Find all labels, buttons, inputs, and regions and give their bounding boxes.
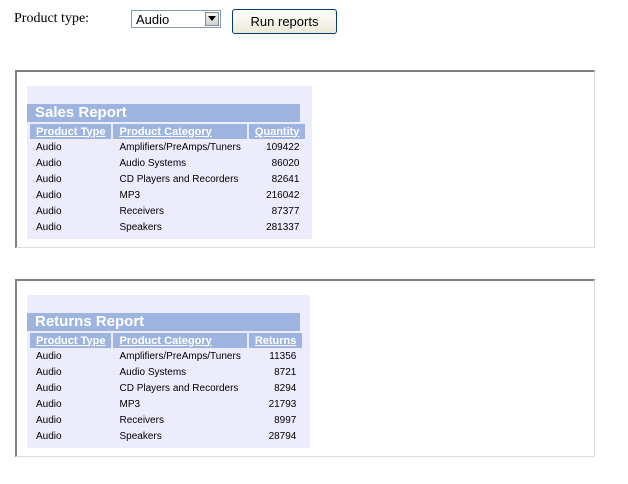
cell-product-type: Audio — [36, 366, 62, 378]
sales-report-panel: Sales Report Product Type Product Catego… — [15, 70, 595, 248]
cell-product-category: MP3 — [119, 189, 141, 201]
table-row: Audio MP3 21793 — [30, 396, 302, 412]
cell-product-type: Audio — [36, 382, 62, 394]
cell-product-type: Audio — [36, 205, 62, 217]
cell-product-category: Speakers — [119, 430, 162, 442]
sales-report-title: Sales Report — [27, 104, 300, 122]
cell-product-type: Audio — [36, 157, 62, 169]
cell-product-category: Amplifiers/PreAmps/Tuners — [119, 350, 241, 362]
chevron-down-icon — [208, 16, 216, 21]
table-row: Audio Audio Systems 8721 — [30, 364, 302, 380]
cell-returns: 8294 — [274, 382, 297, 394]
returns-report-table: Product Type Product Category Returns Au… — [28, 333, 304, 444]
run-reports-button[interactable]: Run reports — [232, 9, 337, 34]
cell-product-category: Receivers — [119, 205, 164, 217]
cell-product-category: Amplifiers/PreAmps/Tuners — [119, 141, 241, 153]
returns-report-panel: Returns Report Product Type Product Cate… — [15, 279, 595, 457]
cell-quantity: 109422 — [266, 141, 300, 153]
column-header-product-category[interactable]: Product Category — [113, 333, 247, 348]
column-header-product-type[interactable]: Product Type — [30, 333, 112, 348]
cell-quantity: 281337 — [266, 221, 300, 233]
table-row: Audio Speakers 281337 — [30, 219, 305, 235]
cell-product-type: Audio — [36, 350, 62, 362]
table-row: Audio CD Players and Recorders 82641 — [30, 171, 305, 187]
dropdown-arrow-button[interactable] — [205, 12, 219, 26]
cell-product-type: Audio — [36, 430, 62, 442]
cell-product-type: Audio — [36, 141, 62, 153]
cell-product-type: Audio — [36, 398, 62, 410]
sales-report-table: Product Type Product Category Quantity A… — [28, 124, 307, 235]
cell-product-category: CD Players and Recorders — [119, 173, 239, 185]
cell-returns: 8997 — [274, 414, 297, 426]
cell-returns: 28794 — [268, 430, 297, 442]
cell-product-type: Audio — [36, 414, 62, 426]
product-type-select-value: Audio — [136, 12, 170, 27]
table-row: Audio Amplifiers/PreAmps/Tuners 11356 — [30, 348, 302, 364]
cell-product-type: Audio — [36, 173, 62, 185]
table-header-row: Product Type Product Category Returns — [30, 333, 303, 348]
table-row: Audio CD Players and Recorders 8294 — [30, 380, 302, 396]
table-header-row: Product Type Product Category Quantity — [30, 124, 306, 139]
table-row: Audio Audio Systems 86020 — [30, 155, 305, 171]
returns-report: Returns Report Product Type Product Cate… — [27, 295, 310, 448]
table-row: Audio Speakers 28794 — [30, 428, 302, 444]
cell-product-category: Audio Systems — [119, 366, 187, 378]
sales-report: Sales Report Product Type Product Catego… — [27, 86, 312, 239]
column-header-quantity[interactable]: Quantity — [248, 124, 306, 139]
column-header-product-type[interactable]: Product Type — [30, 124, 112, 139]
cell-quantity: 86020 — [271, 157, 300, 169]
table-row: Audio Receivers 87377 — [30, 203, 305, 219]
cell-product-category: MP3 — [119, 398, 141, 410]
cell-returns: 21793 — [268, 398, 297, 410]
cell-product-type: Audio — [36, 189, 62, 201]
column-header-product-category[interactable]: Product Category — [113, 124, 247, 139]
product-type-select[interactable]: Audio — [131, 10, 221, 28]
cell-product-category: CD Players and Recorders — [119, 382, 239, 394]
table-row: Audio Amplifiers/PreAmps/Tuners 109422 — [30, 139, 305, 155]
table-row: Audio Receivers 8997 — [30, 412, 302, 428]
table-row: Audio MP3 216042 — [30, 187, 305, 203]
cell-returns: 11356 — [269, 350, 297, 362]
column-header-returns[interactable]: Returns — [248, 333, 303, 348]
cell-product-category: Speakers — [119, 221, 162, 233]
cell-quantity: 82641 — [271, 173, 300, 185]
returns-report-title: Returns Report — [27, 313, 300, 331]
cell-returns: 8721 — [274, 366, 297, 378]
product-type-label: Product type: — [14, 11, 90, 26]
cell-product-type: Audio — [36, 221, 62, 233]
cell-product-category: Receivers — [119, 414, 164, 426]
cell-quantity: 87377 — [271, 205, 300, 217]
cell-quantity: 216042 — [266, 189, 300, 201]
cell-product-category: Audio Systems — [119, 157, 187, 169]
